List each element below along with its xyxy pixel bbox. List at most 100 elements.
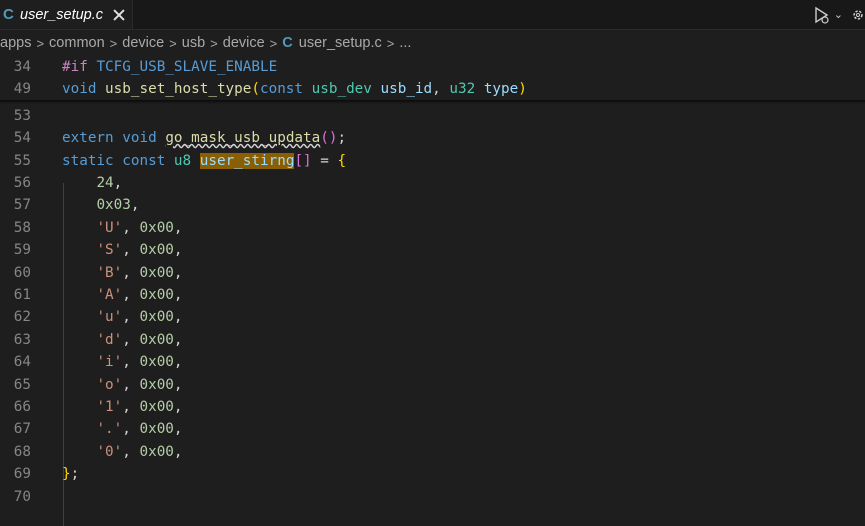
code-token: , bbox=[173, 309, 183, 326]
close-icon[interactable] bbox=[112, 8, 126, 22]
breadcrumb-item-device[interactable]: device bbox=[122, 35, 164, 51]
code-token: , bbox=[173, 287, 183, 303]
chevron-right-icon: > bbox=[386, 35, 395, 51]
highlighted-token: user_stirng bbox=[199, 152, 295, 169]
code-token: , bbox=[173, 242, 183, 259]
code-text: void usb_set_host_type(const usb_dev usb… bbox=[62, 78, 527, 100]
code-token: , bbox=[122, 421, 140, 438]
code-line[interactable]: 65 'o', 0x00, bbox=[0, 374, 865, 396]
code-token: extern bbox=[62, 130, 114, 147]
breadcrumb-item-more[interactable]: ... bbox=[399, 35, 411, 51]
chevron-right-icon: > bbox=[210, 35, 218, 51]
sticky-scroll-line[interactable]: 49 void usb_set_host_type(const usb_dev u… bbox=[0, 78, 865, 101]
sticky-scroll-shadow bbox=[0, 100, 865, 104]
code-token: ; bbox=[337, 130, 347, 147]
code-line[interactable]: 62 'u', 0x00, bbox=[0, 306, 865, 328]
run-debug-icon[interactable] bbox=[812, 5, 832, 25]
code-line[interactable]: 69}; bbox=[0, 463, 865, 485]
code-line[interactable]: 61 'A', 0x00, bbox=[0, 284, 865, 306]
code-line[interactable]: 53 bbox=[0, 105, 865, 127]
code-token: 'i' bbox=[96, 354, 123, 371]
line-number: 49 bbox=[13, 81, 31, 98]
code-text: 'o', 0x00, bbox=[62, 374, 182, 396]
line-number: 57 bbox=[13, 197, 31, 214]
code-token: 0x00 bbox=[139, 287, 174, 303]
code-token: , bbox=[122, 309, 140, 326]
code-text: }; bbox=[62, 463, 79, 485]
code-token: , bbox=[122, 287, 140, 303]
line-number: 60 bbox=[13, 264, 31, 281]
code-editor[interactable]: 34 #if TCFG_USB_SLAVE_ENABLE 49 void usb_se… bbox=[0, 56, 865, 526]
line-number: 55 bbox=[13, 152, 31, 169]
code-text: '0', 0x00, bbox=[62, 441, 182, 463]
code-token: , bbox=[173, 421, 183, 438]
chevron-right-icon: > bbox=[269, 35, 278, 51]
code-token: void bbox=[122, 130, 157, 147]
code-line[interactable]: 68 '0', 0x00, bbox=[0, 441, 865, 463]
gear-icon[interactable] bbox=[851, 6, 865, 24]
code-token: 'u' bbox=[96, 309, 123, 326]
breadcrumb-item-apps[interactable]: apps bbox=[0, 35, 31, 51]
code-token: '1' bbox=[96, 399, 123, 415]
code-token: usb_dev bbox=[311, 81, 372, 98]
line-number: 62 bbox=[13, 309, 31, 326]
code-token: , bbox=[130, 197, 140, 214]
code-text: 'U', 0x00, bbox=[62, 217, 182, 239]
line-number: 54 bbox=[13, 130, 31, 147]
code-line[interactable]: 70 bbox=[0, 486, 865, 508]
line-number: 53 bbox=[13, 107, 31, 124]
code-line[interactable]: 67 '.', 0x00, bbox=[0, 418, 865, 440]
code-token: ( bbox=[251, 81, 260, 98]
code-line[interactable]: 66 '1', 0x00, bbox=[0, 396, 865, 418]
breadcrumb-item-file[interactable]: user_setup.c bbox=[299, 35, 382, 51]
code-line[interactable]: 56 24, bbox=[0, 172, 865, 194]
line-number: 59 bbox=[13, 242, 31, 259]
code-text: 'd', 0x00, bbox=[62, 329, 182, 351]
sticky-scroll-line[interactable]: 34 #if TCFG_USB_SLAVE_ENABLE bbox=[0, 56, 865, 78]
code-line[interactable]: 55 static const u8 user_stirng[] = { bbox=[0, 150, 865, 172]
code-text: #if TCFG_USB_SLAVE_ENABLE bbox=[62, 56, 277, 78]
code-token: ) bbox=[518, 81, 527, 98]
editor-tab-bar: C user_setup.c ⌄ bbox=[0, 0, 865, 30]
code-line[interactable]: 64 'i', 0x00, bbox=[0, 351, 865, 373]
code-token: 0x00 bbox=[139, 443, 174, 460]
c-file-icon: C bbox=[282, 35, 293, 51]
code-token: , bbox=[122, 376, 140, 393]
code-line[interactable]: 60 'B', 0x00, bbox=[0, 262, 865, 284]
breadcrumb-item-common[interactable]: common bbox=[49, 35, 105, 51]
code-token: , bbox=[173, 399, 183, 415]
code-token: #if bbox=[62, 59, 88, 75]
code-token: 0x00 bbox=[139, 309, 174, 326]
code-line[interactable]: 58 'U', 0x00, bbox=[0, 217, 865, 239]
code-token: void bbox=[62, 81, 97, 98]
code-line[interactable]: 59 'S', 0x00, bbox=[0, 239, 865, 261]
tab-user-setup[interactable]: C user_setup.c bbox=[0, 0, 133, 29]
breadcrumb-item-device-2[interactable]: device bbox=[223, 35, 265, 51]
code-line[interactable]: 54 extern void go_mask_usb_updata(); bbox=[0, 127, 865, 149]
code-token: u8 bbox=[173, 152, 192, 169]
code-text: '1', 0x00, bbox=[62, 396, 183, 418]
code-line[interactable]: 57 0x03, bbox=[0, 194, 865, 216]
code-token: { bbox=[337, 152, 347, 169]
code-token: type bbox=[483, 81, 519, 98]
code-text: 24, bbox=[62, 172, 122, 194]
code-text: 'S', 0x00, bbox=[62, 239, 183, 261]
code-line[interactable]: 63 'd', 0x00, bbox=[0, 329, 865, 351]
code-token: 0x00 bbox=[139, 264, 174, 281]
breadcrumb-item-usb[interactable]: usb bbox=[182, 35, 205, 51]
chevron-down-icon[interactable]: ⌄ bbox=[834, 8, 843, 21]
line-number: 70 bbox=[13, 488, 31, 505]
code-token: static bbox=[62, 152, 114, 169]
code-token: , bbox=[122, 399, 140, 415]
code-token: , bbox=[113, 175, 123, 191]
